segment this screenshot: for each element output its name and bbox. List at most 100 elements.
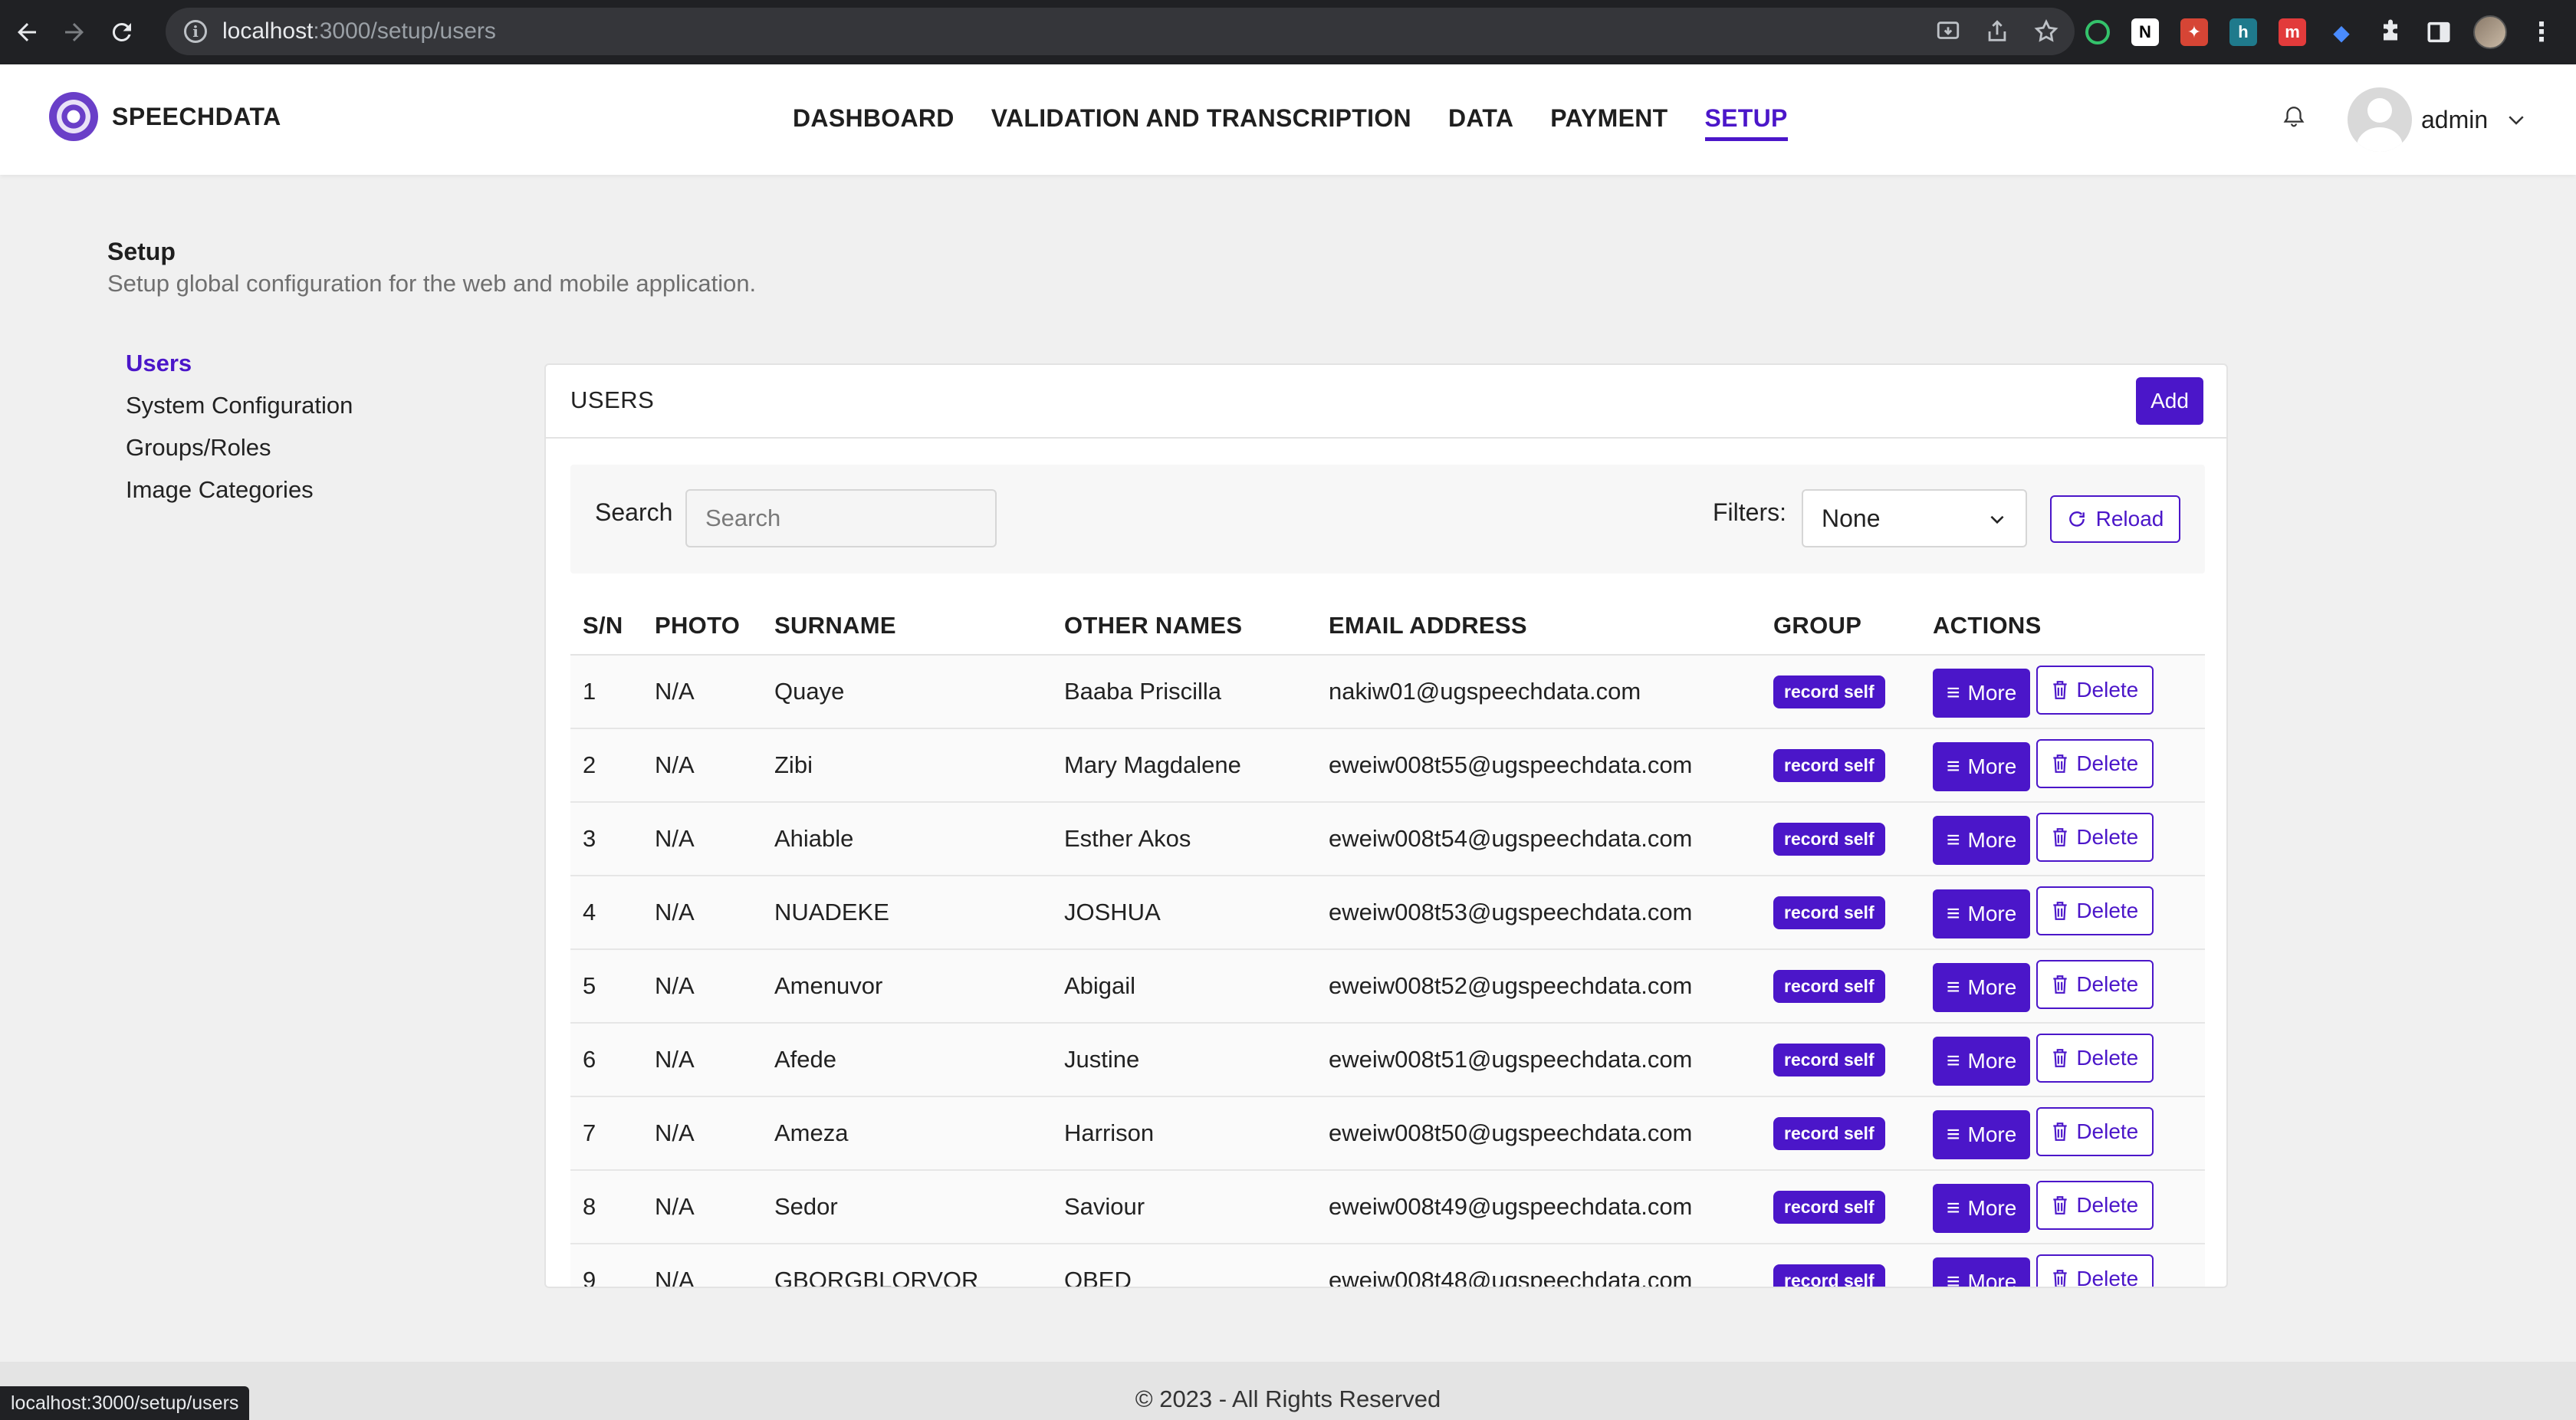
delete-label: Delete [2076,825,2139,849]
setup-sidenav: Users System Configuration Groups/Roles … [126,350,353,518]
more-button[interactable]: ≡ More [1933,889,2031,938]
cell-email: eweiw008t53@ugspeechdata.com [1316,876,1761,950]
column-header-surname[interactable]: SURNAME [762,597,1052,656]
cell-actions: ≡ More Delete [1921,1170,2205,1244]
delete-button[interactable]: Delete [2036,886,2154,935]
extension-green-icon[interactable] [2085,20,2110,44]
cell-other-names: Mary Magdalene [1052,728,1316,803]
nav-dashboard[interactable]: DASHBOARD [793,104,955,141]
bookmark-star-icon[interactable] [2033,18,2059,44]
cell-email: eweiw008t51@ugspeechdata.com [1316,1023,1761,1097]
cell-surname: NUADEKE [762,876,1052,950]
cell-actions: ≡ More Delete [1921,1244,2205,1288]
table-row: 3 N/A Ahiable Esther Akos eweiw008t54@ug… [570,802,2205,876]
delete-button[interactable]: Delete [2036,739,2154,788]
reload-icon [2068,511,2085,527]
extensions-puzzle-icon[interactable] [2377,18,2404,46]
more-button[interactable]: ≡ More [1933,1184,2031,1233]
users-table-wrapper[interactable]: S/N PHOTO SURNAME OTHER NAMES EMAIL ADDR… [570,597,2205,1288]
nav-validation-and-transcription[interactable]: VALIDATION AND TRANSCRIPTION [991,104,1411,141]
extension-blue-icon[interactable]: ◆ [2328,18,2355,46]
cell-photo: N/A [642,655,762,729]
more-button[interactable]: ≡ More [1933,963,2031,1012]
column-header-email-address[interactable]: EMAIL ADDRESS [1316,597,1761,656]
sidenav-item-system-configuration[interactable]: System Configuration [126,392,353,434]
column-header-sn[interactable]: S/N [570,597,642,656]
delete-button[interactable]: Delete [2036,1034,2154,1083]
nav-setup[interactable]: SETUP [1704,104,1788,141]
site-info-icon[interactable]: i [184,20,207,43]
sidenav-item-users[interactable]: Users [126,350,353,392]
cell-photo: N/A [642,1023,762,1097]
app-header: SPEECHDATA DASHBOARD VALIDATION AND TRAN… [0,64,2576,175]
search-input[interactable] [685,489,997,547]
trash-icon [2053,681,2067,699]
notification-bell-icon[interactable] [2281,104,2307,130]
cell-group: record self [1761,1023,1921,1097]
column-header-group[interactable]: GROUP [1761,597,1921,656]
more-button[interactable]: ≡ More [1933,816,2031,865]
cell-other-names: OBED [1052,1244,1316,1287]
extension-teal-icon[interactable]: h [2229,18,2257,46]
filters-select[interactable]: None [1802,489,2027,547]
delete-button[interactable]: Delete [2036,1107,2154,1156]
table-header-row: S/N PHOTO SURNAME OTHER NAMES EMAIL ADDR… [570,597,2205,656]
delete-label: Delete [2076,1193,2139,1217]
add-user-button[interactable]: Add [2136,377,2203,425]
forward-button[interactable] [54,12,95,53]
group-badge: record self [1773,748,1885,782]
cell-group: record self [1761,949,1921,1024]
more-button[interactable]: ≡ More [1933,742,2031,791]
more-button[interactable]: ≡ More [1933,1037,2031,1086]
side-panel-icon[interactable] [2426,19,2452,45]
extension-m-icon[interactable]: m [2279,18,2306,46]
trash-icon [2053,1270,2067,1287]
group-badge: record self [1773,1043,1885,1077]
delete-button[interactable]: Delete [2036,666,2154,715]
delete-label: Delete [2076,751,2139,775]
column-header-photo[interactable]: PHOTO [642,597,762,656]
column-header-other-names[interactable]: OTHER NAMES [1052,597,1316,656]
more-label: More [1967,828,2017,852]
group-badge: record self [1773,1264,1885,1287]
address-bar[interactable]: i localhost:3000/setup/users [166,8,2075,55]
more-label: More [1967,1049,2017,1073]
cell-surname: Afede [762,1023,1052,1097]
browser-menu-icon[interactable]: ⋮ [2528,19,2555,45]
reload-button[interactable]: Reload [2050,495,2180,543]
more-button[interactable]: ≡ More [1933,669,2031,718]
footer-copyright: © 2023 - All Rights Reserved [1135,1385,1441,1412]
trash-icon [2053,1196,2067,1215]
more-button[interactable]: ≡ More [1933,1257,2031,1288]
delete-button[interactable]: Delete [2036,1254,2154,1287]
extension-notion-icon[interactable]: N [2131,18,2159,46]
browser-profile-avatar[interactable] [2473,15,2507,49]
reload-page-button[interactable] [101,12,143,53]
extension-red-icon[interactable]: ✦ [2180,18,2208,46]
delete-label: Delete [2076,899,2139,922]
menu-lines-icon: ≡ [1947,1269,1960,1288]
users-table-body: 1 N/A Quaye Baaba Priscilla nakiw01@ugsp… [570,655,2205,1288]
delete-button[interactable]: Delete [2036,960,2154,1009]
cell-other-names: JOSHUA [1052,876,1316,950]
share-icon[interactable] [1984,18,2010,44]
delete-button[interactable]: Delete [2036,1181,2154,1230]
more-button[interactable]: ≡ More [1933,1110,2031,1159]
username: admin [2421,105,2489,133]
more-label: More [1967,1123,2017,1146]
sidenav-item-groups-roles[interactable]: Groups/Roles [126,434,353,476]
delete-button[interactable]: Delete [2036,813,2154,862]
brand-logo[interactable]: SPEECHDATA [49,92,281,141]
cell-surname: Amenuvor [762,949,1052,1024]
user-menu[interactable]: admin [2348,87,2528,152]
cell-email: eweiw008t50@ugspeechdata.com [1316,1096,1761,1171]
nav-data[interactable]: DATA [1448,104,1513,141]
install-app-icon[interactable] [1935,18,1961,44]
nav-payment[interactable]: PAYMENT [1550,104,1668,141]
main-nav: DASHBOARD VALIDATION AND TRANSCRIPTION D… [793,104,1788,141]
sidenav-item-image-categories[interactable]: Image Categories [126,476,353,518]
trash-icon [2053,902,2067,920]
more-label: More [1967,754,2017,778]
back-button[interactable] [6,12,48,53]
table-row: 2 N/A Zibi Mary Magdalene eweiw008t55@ug… [570,728,2205,803]
